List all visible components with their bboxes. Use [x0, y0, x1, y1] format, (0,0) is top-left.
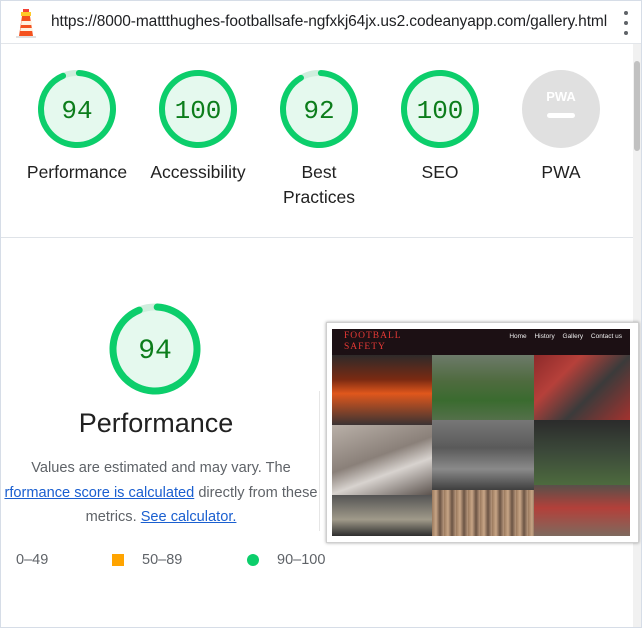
gauge-best-practices-score: 92 — [303, 96, 334, 126]
gallery-image-pitch — [432, 355, 534, 420]
legend-pass-range: 90–100 — [277, 552, 326, 568]
gauge-seo-label: SEO — [421, 162, 459, 182]
gallery-image-crowd-red — [534, 355, 630, 420]
gauge-best-practices-ring: 92 — [280, 70, 358, 148]
scrollbar-thumb[interactable] — [634, 61, 640, 151]
performance-title: Performance — [78, 408, 234, 438]
circle-icon — [247, 554, 259, 566]
desc-line-2-text: directly from these — [194, 484, 318, 501]
gauge-performance-score: 94 — [61, 96, 92, 126]
square-icon — [112, 554, 124, 566]
site-nav-home: Home — [509, 333, 527, 340]
gauge-best-practices[interactable]: 92 Best Practices — [259, 68, 379, 210]
site-nav-contact: Contact us — [590, 333, 622, 340]
gauge-accessibility-label: Accessibility — [150, 162, 246, 182]
gallery-image-dark — [534, 420, 630, 485]
legend-fail-range: 0–49 — [16, 552, 49, 568]
gallery-image-fans — [534, 485, 630, 536]
gallery-image-banner — [332, 425, 432, 495]
desc-line-3: metrics. See calculator. — [1, 505, 327, 530]
lighthouse-report-window: https://8000-mattthughes-footballsafe-ng… — [0, 0, 642, 628]
performance-gauge: 94 — [109, 303, 201, 395]
gauge-pwa[interactable]: PWA PWA — [501, 68, 621, 185]
site-brand: FOOTBALL SAFETY — [344, 331, 402, 353]
legend-average: 50–89 — [112, 552, 182, 568]
desc-line-1: Values are estimated and may vary. The — [31, 460, 291, 476]
score-calculated-link[interactable]: rformance score is calculated — [4, 485, 194, 501]
desc-line-2: rformance score is calculated directly f… — [1, 481, 327, 506]
legend-fail: 0–49 — [16, 552, 48, 568]
pwa-badge-icon: PWA — [522, 70, 600, 148]
legend-pass: 90–100 — [247, 552, 325, 568]
gauge-performance[interactable]: 94 Performance — [17, 68, 137, 185]
site-nav-history: History — [534, 333, 555, 340]
performance-description: Values are estimated and may vary. The r… — [1, 456, 327, 530]
section-divider — [1, 237, 633, 238]
site-nav-gallery: Gallery — [562, 333, 584, 340]
more-vert-icon[interactable] — [618, 11, 634, 35]
lighthouse-icon — [16, 9, 36, 38]
gauge-seo[interactable]: 100 SEO — [380, 68, 500, 185]
url-text[interactable]: https://8000-mattthughes-footballsafe-ng… — [51, 13, 607, 31]
gauge-seo-score: 100 — [417, 96, 464, 126]
gauge-performance-ring: 94 — [38, 70, 116, 148]
gauge-seo-ring: 100 — [401, 70, 479, 148]
gauge-accessibility-score: 100 — [175, 96, 222, 126]
gallery-image-stand — [332, 495, 432, 536]
performance-score: 94 — [138, 336, 172, 367]
see-calculator-link[interactable]: See calculator. — [141, 509, 237, 525]
gauge-accessibility[interactable]: 100 Accessibility — [138, 68, 258, 185]
gauge-pwa-label: PWA — [541, 162, 581, 182]
gauge-best-practices-label: Best Practices — [283, 162, 355, 207]
category-gauges: 94 Performance 100 Accessibility 92 Best… — [1, 44, 633, 236]
gauge-performance-label: Performance — [26, 162, 128, 182]
url-bar: https://8000-mattthughes-footballsafe-ng… — [1, 1, 641, 44]
legend-average-range: 50–89 — [142, 552, 183, 568]
brand-line-1: FOOTBALL — [344, 331, 402, 341]
vertical-separator — [319, 391, 320, 531]
site-nav-links: Home History Gallery Contact us — [503, 333, 622, 340]
gallery-image-fire — [332, 355, 432, 425]
desc-line-3-text: metrics. — [85, 509, 141, 525]
screenshot-page: FOOTBALL SAFETY Home History Gallery Con… — [332, 329, 630, 536]
brand-line-2: SAFETY — [344, 342, 386, 352]
site-navbar: FOOTBALL SAFETY Home History Gallery Con… — [332, 329, 630, 355]
pwa-badge-text: PWA — [546, 89, 576, 104]
gallery-image-bw — [432, 420, 534, 490]
gauge-accessibility-ring: 100 — [159, 70, 237, 148]
gallery-image-faces — [432, 490, 534, 536]
final-screenshot[interactable]: FOOTBALL SAFETY Home History Gallery Con… — [326, 322, 639, 543]
